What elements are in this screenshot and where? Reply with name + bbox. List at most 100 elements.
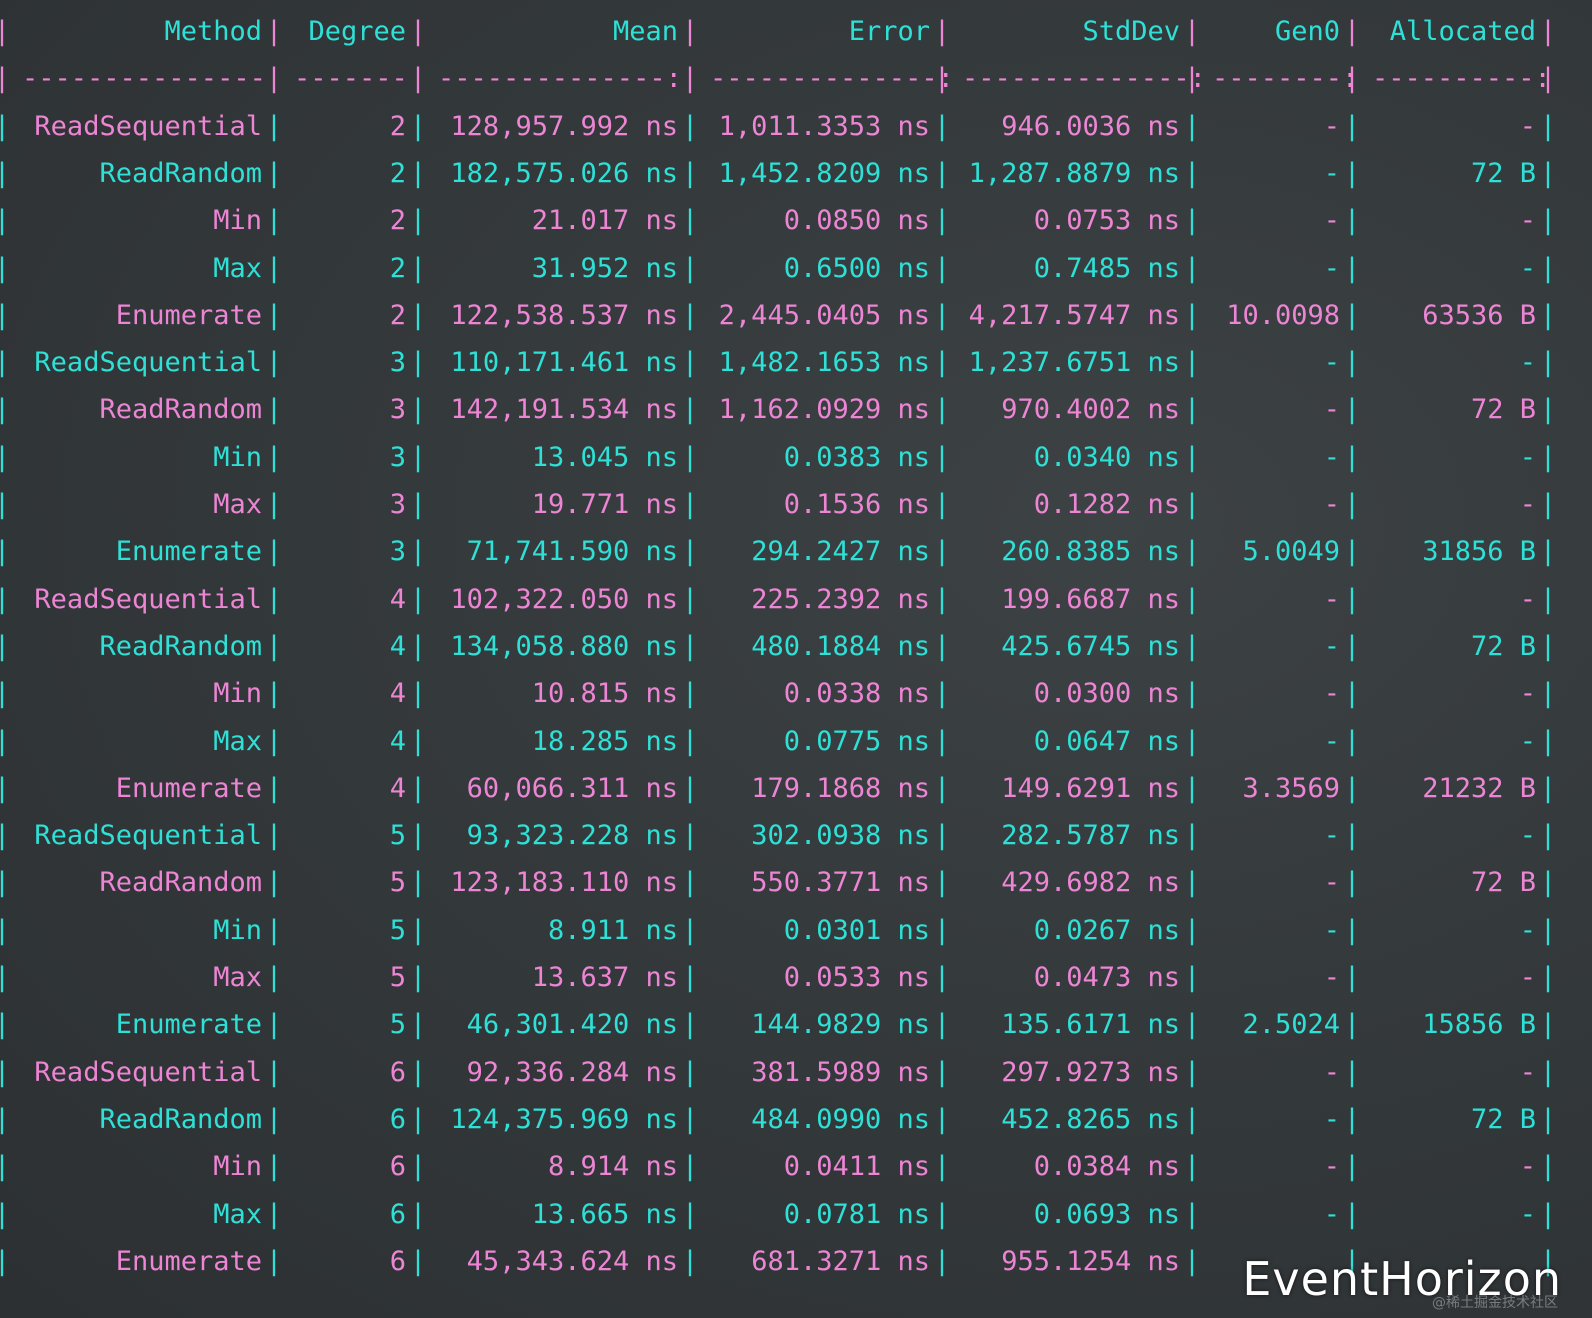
column-divider: | — [409, 394, 427, 426]
column-divider: | — [265, 630, 283, 662]
column-divider: | — [1343, 252, 1361, 284]
table-cell: 3 — [389, 394, 406, 426]
column-divider: | — [0, 441, 11, 473]
column-divider: | — [1539, 678, 1557, 710]
column-divider: | — [1183, 962, 1201, 993]
table-cell: 3 — [389, 536, 406, 568]
column-divider: | — [0, 678, 11, 710]
column-divider: | — [1183, 1198, 1201, 1230]
column-divider: | — [1539, 252, 1557, 284]
column-header: Method — [164, 16, 262, 47]
column-divider: | — [681, 63, 699, 95]
table-cell: - — [1323, 630, 1340, 662]
column-divider: | — [409, 63, 427, 95]
separator-row: | | | | | | | | --------------- ------- ----------… — [0, 55, 1592, 103]
column-divider: | — [1343, 205, 1361, 237]
column-divider: | — [681, 1151, 699, 1183]
table-cell: - — [1323, 489, 1340, 520]
column-divider: | — [409, 110, 427, 142]
column-divider: | — [1539, 725, 1557, 757]
column-divider: | — [409, 1009, 427, 1041]
table-cell: - — [1519, 441, 1536, 473]
table-cell: 1,482.1653 ns — [718, 347, 930, 379]
table-cell: - — [1519, 1056, 1536, 1088]
table-cell: 60,066.311 ns — [466, 772, 678, 804]
table-cell: Enumerate — [115, 772, 262, 804]
table-cell: 8.914 ns — [547, 1151, 678, 1183]
column-divider: | — [409, 536, 427, 568]
column-divider: | — [1539, 299, 1557, 331]
table-cell: 452.8265 ns — [1001, 1103, 1180, 1135]
column-divider: | — [1183, 1245, 1201, 1277]
table-row: | | | | | | | | Min 4 10.815 ns 0.0338 ns 0.0300 ns -… — [0, 670, 1592, 718]
column-divider: | — [1183, 1151, 1201, 1183]
column-divider: | — [1343, 1198, 1361, 1230]
separator-cell: --------------- — [22, 63, 266, 95]
column-divider: | — [681, 1009, 699, 1041]
column-divider: | — [933, 772, 951, 804]
table-cell: - — [1323, 914, 1340, 946]
table-cell: - — [1323, 867, 1340, 899]
column-divider: | — [1183, 583, 1201, 615]
table-cell: 31856 B — [1422, 536, 1536, 568]
column-divider: | — [0, 347, 11, 379]
table-cell: 92,336.284 ns — [466, 1056, 678, 1088]
column-divider: | — [265, 1245, 283, 1277]
column-divider: | — [1539, 441, 1557, 473]
table-cell: 282.5787 ns — [1001, 820, 1180, 852]
table-cell: 480.1884 ns — [751, 630, 930, 662]
separator-cell: --------: — [1212, 63, 1359, 95]
column-divider: | — [0, 252, 11, 284]
column-divider: | — [1343, 347, 1361, 379]
column-divider: | — [409, 16, 427, 47]
table-cell: - — [1519, 1151, 1536, 1183]
table-cell: 31.952 ns — [531, 252, 678, 284]
table-cell: - — [1323, 678, 1340, 710]
column-divider: | — [409, 772, 427, 804]
separator-cell: ----------: — [1372, 63, 1551, 95]
column-divider: | — [681, 536, 699, 568]
separator-cell: --------------: — [962, 63, 1206, 95]
column-divider: | — [1539, 914, 1557, 946]
table-cell: 134,058.880 ns — [450, 630, 678, 662]
table-row: | | | | | | | | ReadSequential 6 92,336.284 ns 381.… — [0, 1049, 1592, 1097]
table-cell: 124,375.969 ns — [450, 1103, 678, 1135]
table-cell: 0.1536 ns — [783, 489, 930, 520]
table-cell: 128,957.992 ns — [450, 110, 678, 142]
column-divider: | — [265, 725, 283, 757]
column-divider: | — [265, 299, 283, 331]
table-cell: - — [1323, 1151, 1340, 1183]
table-row: | | | | | | | | Max 2 31.952 ns 0.6500 ns 0.7485 ns -… — [0, 245, 1592, 293]
column-divider: | — [265, 441, 283, 473]
table-cell: 2 — [389, 157, 406, 189]
watermark-credit: @稀土掘金技术社区 — [1432, 1295, 1558, 1311]
table-cell: 1,011.3353 ns — [718, 110, 930, 142]
column-divider: | — [1183, 489, 1201, 520]
table-cell: - — [1323, 583, 1340, 615]
column-divider: | — [1343, 820, 1361, 852]
column-divider: | — [933, 1103, 951, 1135]
column-divider: | — [409, 962, 427, 993]
column-divider: | — [1343, 1151, 1361, 1183]
table-cell: 6 — [389, 1103, 406, 1135]
table-cell: - — [1323, 157, 1340, 189]
table-cell: 10.815 ns — [531, 678, 678, 710]
column-divider: | — [1539, 867, 1557, 899]
column-divider: | — [681, 678, 699, 710]
table-cell: - — [1519, 962, 1536, 993]
column-divider: | — [1539, 489, 1557, 520]
table-cell: 0.0384 ns — [1033, 1151, 1180, 1183]
table-cell: 294.2427 ns — [751, 536, 930, 568]
table-cell: 63536 B — [1422, 299, 1536, 331]
column-divider: | — [681, 914, 699, 946]
table-cell: 13.045 ns — [531, 441, 678, 473]
table-cell: Min — [213, 1151, 262, 1183]
column-divider: | — [1343, 157, 1361, 189]
table-cell: 0.0383 ns — [783, 441, 930, 473]
column-divider: | — [681, 205, 699, 237]
column-divider: | — [265, 16, 283, 47]
table-cell: - — [1323, 1198, 1340, 1230]
column-divider: | — [1539, 772, 1557, 804]
column-divider: | — [933, 867, 951, 899]
column-divider: | — [681, 772, 699, 804]
